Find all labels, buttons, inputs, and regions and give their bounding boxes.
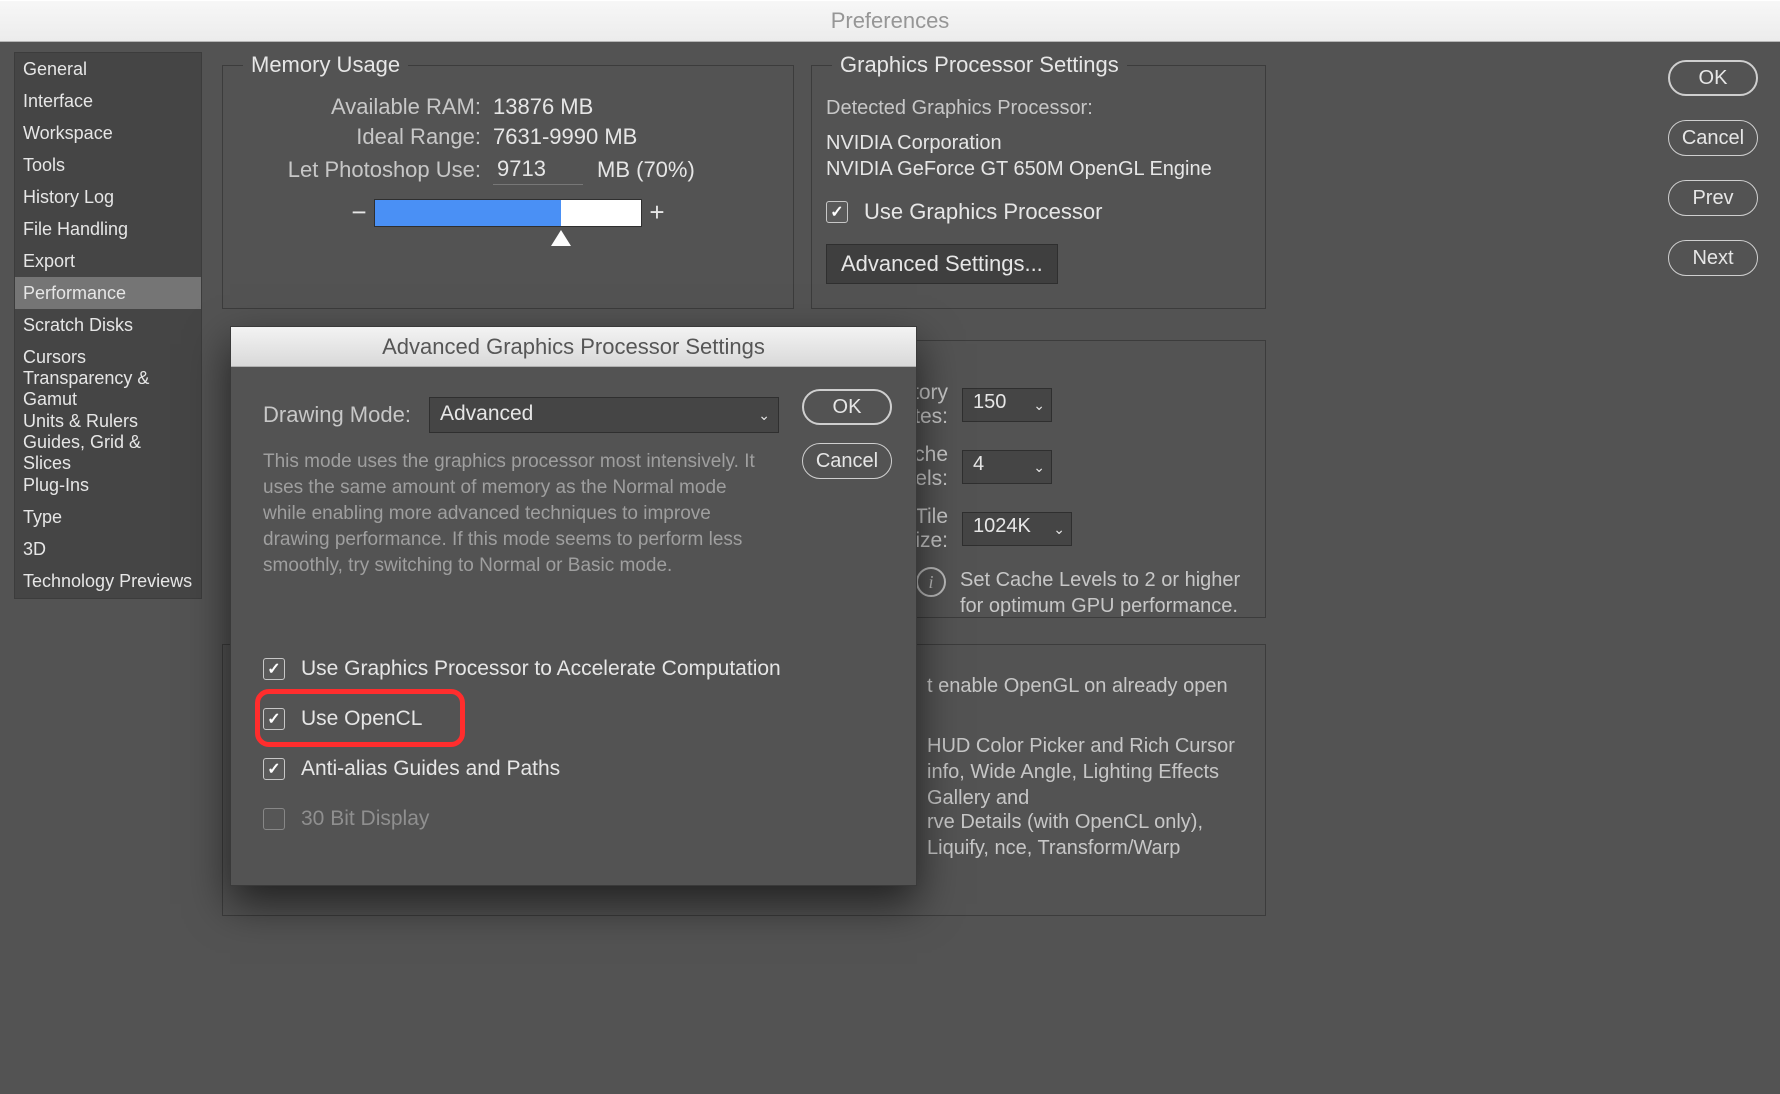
accelerate-computation-label: Use Graphics Processor to Accelerate Com… [301, 657, 781, 681]
available-ram-value: 13876 MB [493, 94, 593, 120]
chevron-down-icon: ⌄ [1033, 397, 1045, 414]
ideal-range-label: Ideal Range: [223, 124, 493, 150]
sidebar-item-interface[interactable]: Interface [15, 85, 201, 117]
antialias-guides-checkbox[interactable] [263, 758, 285, 780]
cancel-button[interactable]: Cancel [1668, 120, 1758, 156]
memory-usage-group: Memory Usage Available RAM: 13876 MB Ide… [222, 65, 794, 309]
cache-tile-size-select[interactable]: 1024K ⌄ [962, 512, 1072, 546]
chevron-down-icon: ⌄ [758, 407, 770, 424]
sidebar-item-file-handling[interactable]: File Handling [15, 213, 201, 245]
memory-usage-legend: Memory Usage [243, 52, 408, 78]
next-button[interactable]: Next [1668, 240, 1758, 276]
drawing-mode-description: This mode uses the graphics processor mo… [263, 449, 773, 579]
sidebar-item-history-log[interactable]: History Log [15, 181, 201, 213]
dialog-buttons: OK Cancel Prev Next [1668, 60, 1758, 276]
gpu-settings-legend: Graphics Processor Settings [832, 52, 1127, 78]
modal-cancel-button[interactable]: Cancel [802, 443, 892, 479]
sidebar-item-export[interactable]: Export [15, 245, 201, 277]
sidebar-item-workspace[interactable]: Workspace [15, 117, 201, 149]
let-photoshop-use-unit: MB (70%) [597, 157, 695, 183]
use-gpu-label: Use Graphics Processor [864, 199, 1102, 225]
detected-gpu-label: Detected Graphics Processor: [826, 94, 1251, 122]
sidebar-item-scratch-disks[interactable]: Scratch Disks [15, 309, 201, 341]
use-gpu-checkbox[interactable] [826, 201, 848, 223]
sidebar-item-guides-grid-slices[interactable]: Guides, Grid & Slices [15, 437, 201, 469]
sidebar-item-general[interactable]: General [15, 53, 201, 85]
available-ram-label: Available RAM: [223, 94, 493, 120]
gpu-settings-group: Graphics Processor Settings Detected Gra… [811, 65, 1266, 309]
preferences-sidebar: General Interface Workspace Tools Histor… [14, 52, 202, 599]
sidebar-item-technology-previews[interactable]: Technology Previews [15, 565, 201, 597]
desc-fragment-2: HUD Color Picker and Rich Cursor info, W… [927, 733, 1247, 811]
chevron-down-icon: ⌄ [1053, 521, 1065, 538]
desc-fragment-3: rve Details (with OpenCL only), Liquify,… [927, 809, 1247, 861]
window-title: Preferences [831, 8, 950, 34]
desc-fragment-1: t enable OpenGL on already open [927, 673, 1247, 699]
sidebar-item-transparency-gamut[interactable]: Transparency & Gamut [15, 373, 201, 405]
advanced-gpu-dialog: Advanced Graphics Processor Settings Dra… [230, 326, 917, 886]
accelerate-computation-checkbox[interactable] [263, 658, 285, 680]
sidebar-item-3d[interactable]: 3D [15, 533, 201, 565]
memory-decrease-button[interactable]: − [344, 197, 374, 228]
ideal-range-value: 7631-9990 MB [493, 124, 637, 150]
cache-levels-select[interactable]: 4 ⌄ [962, 450, 1052, 484]
use-opencl-checkbox[interactable] [263, 708, 285, 730]
chevron-down-icon: ⌄ [1033, 459, 1045, 476]
prev-button[interactable]: Prev [1668, 180, 1758, 216]
use-opencl-label: Use OpenCL [301, 707, 422, 731]
memory-slider[interactable] [374, 199, 642, 227]
memory-slider-fill [375, 200, 561, 226]
30bit-display-label: 30 Bit Display [301, 807, 429, 831]
gpu-model: NVIDIA GeForce GT 650M OpenGL Engine [826, 156, 1251, 182]
let-photoshop-use-label: Let Photoshop Use: [223, 157, 493, 183]
window-titlebar: Preferences [0, 0, 1780, 42]
let-photoshop-use-input[interactable] [493, 154, 583, 185]
sidebar-item-type[interactable]: Type [15, 501, 201, 533]
30bit-display-checkbox [263, 808, 285, 830]
modal-ok-button[interactable]: OK [802, 389, 892, 425]
info-icon: i [916, 567, 946, 597]
ok-button[interactable]: OK [1668, 60, 1758, 96]
cache-tip-text: Set Cache Levels to 2 or higher for opti… [960, 567, 1250, 619]
history-states-select[interactable]: 150 ⌄ [962, 388, 1052, 422]
memory-increase-button[interactable]: + [642, 197, 672, 228]
drawing-mode-label: Drawing Mode: [263, 402, 411, 428]
sidebar-item-performance[interactable]: Performance [15, 277, 201, 309]
advanced-gpu-dialog-title: Advanced Graphics Processor Settings [231, 327, 916, 367]
memory-slider-thumb-icon[interactable] [551, 230, 571, 246]
sidebar-item-tools[interactable]: Tools [15, 149, 201, 181]
gpu-vendor: NVIDIA Corporation [826, 130, 1251, 156]
drawing-mode-select[interactable]: Advanced ⌄ [429, 397, 779, 433]
advanced-settings-button[interactable]: Advanced Settings... [826, 244, 1058, 284]
antialias-guides-label: Anti-alias Guides and Paths [301, 757, 560, 781]
